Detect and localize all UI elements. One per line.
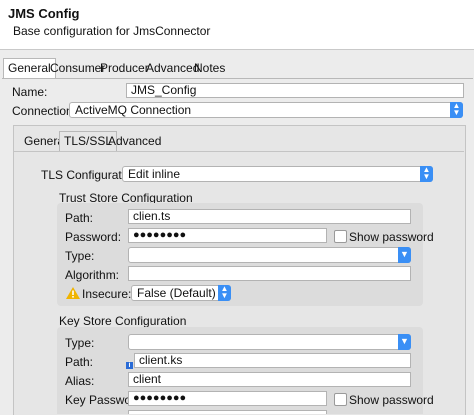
tls-config-select[interactable]: Edit inline ▲ ▼ (122, 166, 433, 182)
dialog-subtitle: Base configuration for JmsConnector (13, 24, 211, 38)
key-type-label: Type: (65, 336, 95, 350)
trust-algorithm-field[interactable] (128, 266, 411, 281)
name-field[interactable]: JMS_Config (126, 83, 464, 98)
tab-notes[interactable]: Notes (189, 58, 230, 78)
trust-path-label: Path: (65, 211, 94, 225)
select-arrows-icon: ▲ ▼ (218, 285, 231, 301)
key-alias-label: Alias: (65, 374, 95, 388)
trust-show-password-checkbox[interactable] (334, 230, 347, 243)
key-show-password-label: Show password (349, 393, 434, 407)
connection-label: Connection (12, 104, 73, 118)
trust-type-label: Type: (65, 249, 95, 263)
dialog-title: JMS Config (8, 6, 80, 21)
subtab-advanced[interactable]: Advanced (103, 131, 166, 151)
subtab-divider (13, 151, 464, 152)
trust-show-password-label: Show password (349, 230, 434, 244)
key-store-title: Key Store Configuration (59, 314, 187, 328)
trust-insecure-value: False (Default) (137, 286, 216, 300)
chevron-down-icon: ▼ (398, 247, 411, 263)
select-arrows-icon: ▲ ▼ (420, 166, 433, 182)
dialog-header: JMS Config Base configuration for JmsCon… (0, 0, 474, 50)
tls-config-value: Edit inline (128, 167, 181, 181)
trust-password-field[interactable]: ●●●●●●●● (128, 228, 327, 243)
chevron-down-icon: ▼ (398, 334, 411, 350)
info-icon: i (126, 362, 133, 369)
trust-algorithm-label: Algorithm: (65, 268, 120, 282)
key-alias-field[interactable]: client (128, 372, 411, 387)
key-path-label: Path: (65, 355, 94, 369)
name-label: Name: (12, 85, 48, 99)
connection-select[interactable]: ActiveMQ Connection ▲ ▼ (69, 102, 463, 118)
warning-icon (66, 287, 80, 299)
key-path-field[interactable]: client.ks (134, 353, 411, 368)
key-password-field[interactable]: ●●●●●●●● (128, 391, 327, 406)
select-arrows-icon: ▲ ▼ (450, 102, 463, 118)
trust-insecure-label: Insecure: (82, 287, 132, 301)
connection-select-value: ActiveMQ Connection (75, 103, 192, 117)
trust-password-label: Password: (65, 230, 122, 244)
trust-insecure-select[interactable]: False (Default) ▲ ▼ (131, 285, 231, 301)
trust-type-select[interactable]: ▼ (128, 247, 411, 263)
key-type-select[interactable]: ▼ (128, 334, 411, 350)
key-show-password-checkbox[interactable] (334, 393, 347, 406)
next-field-partial[interactable] (128, 410, 327, 414)
trust-path-field[interactable]: clien.ts (128, 209, 411, 224)
